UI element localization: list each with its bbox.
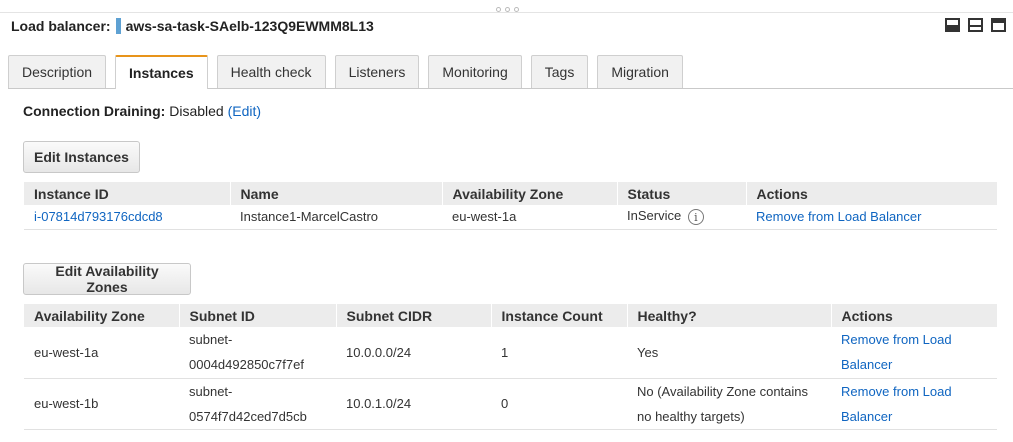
layout-split-icon[interactable] xyxy=(968,18,983,32)
tab-description[interactable]: Description xyxy=(8,55,107,88)
instance-name: Instance1-MarcelCastro xyxy=(230,205,442,230)
tab-monitoring[interactable]: Monitoring xyxy=(428,55,522,88)
remove-zone-link[interactable]: Remove from Load Balancer xyxy=(841,379,987,429)
az-zone: eu-west-1b xyxy=(24,378,179,430)
info-icon[interactable]: i xyxy=(687,209,704,226)
remove-zone-link[interactable]: Remove from Load Balancer xyxy=(841,327,987,377)
panel-divider xyxy=(0,12,1013,13)
tab-health-check[interactable]: Health check xyxy=(216,55,326,88)
instances-table: Instance ID Name Availability Zone Statu… xyxy=(24,182,998,230)
healthy-line1: No (Availability Zone contains xyxy=(637,383,809,399)
edit-instances-button[interactable]: Edit Instances xyxy=(23,141,140,173)
az-subnet-cidr: 10.0.1.0/24 xyxy=(336,378,491,430)
subnet-id-line1: subnet- xyxy=(189,383,233,399)
instance-zone: eu-west-1a xyxy=(442,205,617,230)
healthy-line2: no healthy targets) xyxy=(637,408,745,424)
panel-layout-controls xyxy=(945,18,1006,32)
tab-listeners[interactable]: Listeners xyxy=(334,55,420,88)
column-header[interactable]: Name xyxy=(230,182,443,205)
layout-top-panel-icon[interactable] xyxy=(991,18,1006,32)
remove-zone-line1: Remove from Load xyxy=(841,332,952,348)
az-subnet-id: subnet- 0574f7d42ced7d5cb xyxy=(179,378,336,430)
instance-id-link[interactable]: i-07814d793176cdcd8 xyxy=(34,209,163,224)
detail-tabs: Description Instances Health check Liste… xyxy=(8,55,1013,89)
az-zone: eu-west-1a xyxy=(24,327,179,379)
column-header[interactable]: Instance Count xyxy=(491,304,628,327)
table-row: i-07814d793176cdcd8 Instance1-MarcelCast… xyxy=(24,205,997,230)
column-header[interactable]: Actions xyxy=(746,182,998,205)
column-header[interactable]: Healthy? xyxy=(627,304,832,327)
column-header[interactable]: Status xyxy=(617,182,747,205)
availability-zones-header-row: Availability Zone Subnet ID Subnet CIDR … xyxy=(24,304,998,327)
column-header[interactable]: Subnet ID xyxy=(179,304,337,327)
table-row: eu-west-1b subnet- 0574f7d42ced7d5cb 10.… xyxy=(24,378,997,430)
layout-bottom-panel-icon[interactable] xyxy=(945,18,960,32)
az-subnet-id: subnet- 0004d492850c7f7ef xyxy=(179,327,336,379)
load-balancer-label: Load balancer: xyxy=(11,18,111,34)
instances-header-row: Instance ID Name Availability Zone Statu… xyxy=(24,182,998,205)
column-header[interactable]: Instance ID xyxy=(24,182,231,205)
az-healthy: No (Availability Zone contains no health… xyxy=(627,378,831,430)
load-balancer-header: Load balancer: aws-sa-task-SAelb-123Q9EW… xyxy=(11,17,374,35)
subnet-id-line2: 0574f7d42ced7d5cb xyxy=(189,408,307,424)
remove-instance-link[interactable]: Remove from Load Balancer xyxy=(756,209,921,224)
az-healthy: Yes xyxy=(627,327,831,379)
az-instance-count: 0 xyxy=(491,378,627,430)
az-subnet-cidr: 10.0.0.0/24 xyxy=(336,327,491,379)
connection-draining: Connection Draining: Disabled (Edit) xyxy=(23,103,261,119)
column-header[interactable]: Availability Zone xyxy=(24,304,180,327)
availability-zones-table: Availability Zone Subnet ID Subnet CIDR … xyxy=(24,304,998,430)
tab-migration[interactable]: Migration xyxy=(597,55,683,88)
remove-zone-line2: Balancer xyxy=(841,357,893,373)
load-balancer-name: aws-sa-task-SAelb-123Q9EWMM8L13 xyxy=(125,18,374,34)
connection-draining-value: Disabled xyxy=(169,103,224,119)
connection-draining-edit-link[interactable]: (Edit) xyxy=(228,103,261,119)
instance-status-cell: InService i xyxy=(617,205,746,230)
tab-tags[interactable]: Tags xyxy=(530,55,589,88)
healthy-line1: Yes xyxy=(637,344,659,360)
column-header[interactable]: Subnet CIDR xyxy=(336,304,492,327)
subnet-id-line1: subnet- xyxy=(189,332,233,348)
instance-status: InService xyxy=(627,208,682,224)
tab-instances[interactable]: Instances xyxy=(115,55,208,89)
load-balancer-marker xyxy=(115,18,121,34)
az-instance-count: 1 xyxy=(491,327,627,379)
az-action-cell: Remove from Load Balancer xyxy=(831,327,997,379)
table-row: eu-west-1a subnet- 0004d492850c7f7ef 10.… xyxy=(24,327,997,379)
connection-draining-label: Connection Draining: xyxy=(23,103,166,119)
remove-zone-line2: Balancer xyxy=(841,408,893,424)
az-action-cell: Remove from Load Balancer xyxy=(831,378,997,430)
edit-availability-zones-button[interactable]: Edit Availability Zones xyxy=(23,263,191,295)
column-header[interactable]: Availability Zone xyxy=(442,182,618,205)
subnet-id-line2: 0004d492850c7f7ef xyxy=(189,357,304,373)
remove-zone-line1: Remove from Load xyxy=(841,383,952,399)
column-header[interactable]: Actions xyxy=(831,304,998,327)
